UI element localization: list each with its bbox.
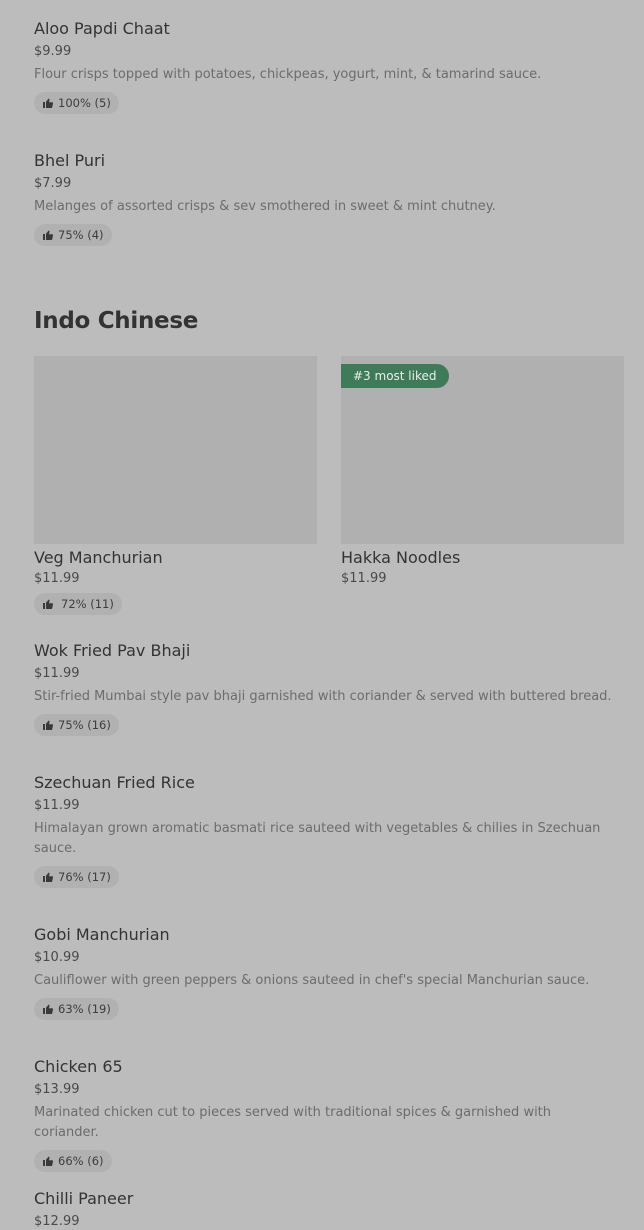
- menu-card-hakka-noodles[interactable]: #3 most liked Hakka Noodles $11.99: [341, 356, 624, 587]
- menu-item-gobi-manchurian[interactable]: Gobi Manchurian $10.99 Cauliflower with …: [34, 925, 624, 1020]
- item-name: Bhel Puri: [34, 151, 106, 170]
- section-title: Indo Chinese: [34, 308, 199, 334]
- thumbs-up-icon: [42, 1003, 54, 1015]
- rating-text: 76% (17): [58, 870, 111, 884]
- rating-text: 75% (16): [58, 718, 111, 732]
- card-price: $11.99: [341, 571, 387, 586]
- menu-item-chilli-paneer[interactable]: Chilli Paneer $12.99: [34, 1189, 624, 1230]
- item-image[interactable]: #3 most liked: [341, 356, 624, 544]
- rating-badge: 63% (19): [34, 998, 119, 1020]
- rating-text: 75% (4): [58, 228, 104, 242]
- rating-badge: 100% (5): [34, 92, 119, 114]
- rating-text: 100% (5): [58, 96, 111, 110]
- item-description: Flour crisps topped with potatoes, chick…: [34, 67, 542, 82]
- menu-card-veg-manchurian[interactable]: Veg Manchurian $11.99 72% (11): [34, 356, 317, 615]
- rating-badge: 75% (16): [34, 714, 119, 736]
- item-description: Himalayan grown aromatic basmati rice sa…: [34, 821, 601, 856]
- item-name: Aloo Papdi Chaat: [34, 19, 170, 38]
- item-price: $7.99: [34, 176, 72, 191]
- thumbs-up-icon: [42, 97, 54, 109]
- menu-item-bhel-puri[interactable]: Bhel Puri $7.99 Melanges of assorted cri…: [34, 151, 624, 246]
- menu-item-szechuan-fried-rice[interactable]: Szechuan Fried Rice $11.99 Himalayan gro…: [34, 773, 624, 888]
- item-price: $10.99: [34, 950, 80, 965]
- rating-text: 63% (19): [58, 1002, 111, 1016]
- item-description: Melanges of assorted crisps & sev smothe…: [34, 199, 496, 214]
- menu-item-aloo-papdi-chaat[interactable]: Aloo Papdi Chaat $9.99 Flour crisps topp…: [34, 19, 624, 114]
- rating-badge: 66% (6): [34, 1150, 112, 1172]
- item-name: Szechuan Fried Rice: [34, 773, 195, 792]
- menu-item-chicken-65[interactable]: Chicken 65 $13.99 Marinated chicken cut …: [34, 1057, 624, 1172]
- thumbs-up-icon: [42, 719, 54, 731]
- item-price: $13.99: [34, 1082, 80, 1097]
- thumbs-up-icon: [42, 229, 54, 241]
- menu-page: Aloo Papdi Chaat $9.99 Flour crisps topp…: [0, 0, 644, 1230]
- most-liked-badge: #3 most liked: [341, 364, 449, 388]
- menu-item-wok-fried-pav-bhaji[interactable]: Wok Fried Pav Bhaji $11.99 Stir-fried Mu…: [34, 641, 624, 736]
- item-name: Chicken 65: [34, 1057, 123, 1076]
- rating-badge: 72% (11): [34, 593, 122, 615]
- item-name: Chilli Paneer: [34, 1189, 134, 1208]
- rating-badge: 76% (17): [34, 866, 119, 888]
- item-image[interactable]: [34, 356, 317, 544]
- item-name: Gobi Manchurian: [34, 925, 170, 944]
- rating-badge: 75% (4): [34, 224, 112, 246]
- thumbs-up-icon: [42, 1155, 54, 1167]
- item-description: Stir-fried Mumbai style pav bhaji garnis…: [34, 689, 612, 704]
- thumbs-up-icon: [42, 598, 54, 610]
- card-name: Veg Manchurian: [34, 548, 163, 567]
- card-price: $11.99: [34, 571, 80, 586]
- item-description: Cauliflower with green peppers & onions …: [34, 973, 590, 988]
- thumbs-up-icon: [42, 871, 54, 883]
- rating-text: 72% (11): [61, 597, 114, 611]
- item-price: $12.99: [34, 1214, 80, 1229]
- item-price: $11.99: [34, 798, 80, 813]
- item-price: $9.99: [34, 44, 72, 59]
- card-name: Hakka Noodles: [341, 548, 461, 567]
- rating-text: 66% (6): [58, 1154, 104, 1168]
- item-name: Wok Fried Pav Bhaji: [34, 641, 191, 660]
- item-description: Marinated chicken cut to pieces served w…: [34, 1105, 552, 1140]
- item-price: $11.99: [34, 666, 80, 681]
